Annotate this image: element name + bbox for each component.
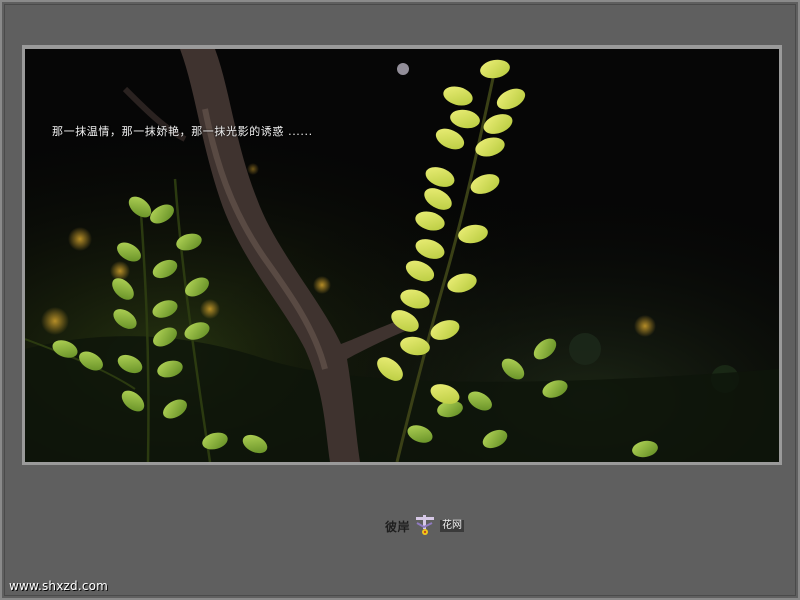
site-url-watermark: www.shxzd.com: [9, 579, 109, 593]
photo-caption: 那一抹温情，那一抹娇艳，那一抹光影的诱惑 ......: [52, 125, 313, 138]
photo: 那一抹温情，那一抹娇艳，那一抹光影的诱惑 ......: [25, 49, 779, 462]
photo-illustration: [25, 49, 779, 462]
site-logo[interactable]: 彼岸 花网: [385, 515, 465, 537]
flower-logo-icon: [412, 515, 438, 537]
logo-text-left: 彼岸: [385, 519, 411, 534]
logo-text-right: 花网: [440, 520, 465, 532]
